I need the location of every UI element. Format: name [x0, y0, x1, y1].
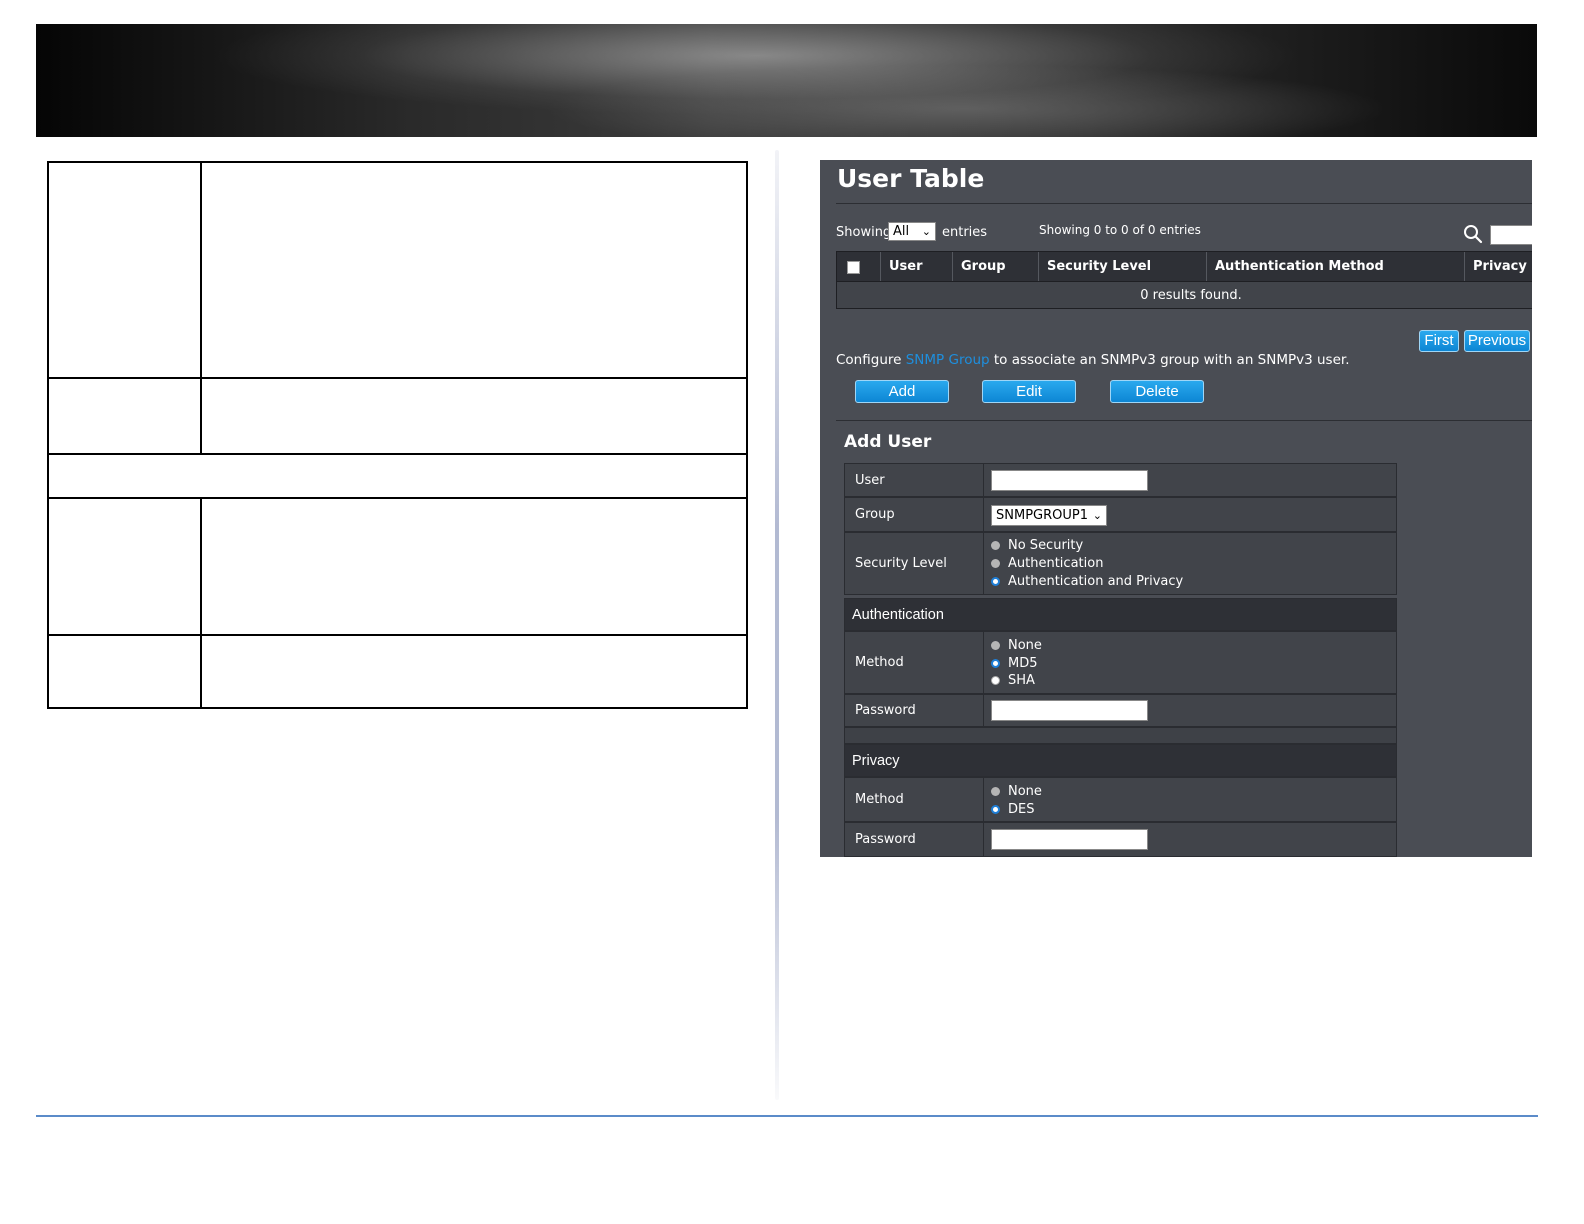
security-auth-privacy-radio[interactable]: Authentication and Privacy — [991, 573, 1183, 590]
spacer-row — [844, 727, 1397, 744]
divider — [836, 203, 1532, 204]
table-row-divider — [49, 497, 746, 499]
column-privacy-method[interactable]: Privacy M — [1464, 252, 1532, 281]
table-row-divider — [49, 634, 746, 636]
privacy-section-header: Privacy — [844, 744, 1397, 777]
add-user-form: User Group SNMPGROUP1 ⌄ Security Level N… — [844, 463, 1397, 857]
delete-button[interactable]: Delete — [1110, 380, 1204, 403]
auth-sha-radio[interactable]: SHA — [991, 672, 1035, 689]
description-table — [47, 161, 748, 709]
privacy-none-radio[interactable]: None — [991, 783, 1042, 800]
add-button[interactable]: Add — [855, 380, 949, 403]
radio-selected-icon — [991, 577, 1000, 586]
auth-method-row: Method None MD5 SHA — [844, 631, 1397, 694]
group-select-value: SNMPGROUP1 — [996, 508, 1088, 523]
page-title: User Table — [837, 164, 985, 193]
radio-selected-icon — [991, 659, 1000, 668]
authentication-section-header: Authentication — [844, 598, 1397, 631]
radio-label: SHA — [1008, 673, 1035, 688]
chevron-down-icon: ⌄ — [1092, 509, 1102, 522]
security-authentication-radio[interactable]: Authentication — [991, 555, 1103, 572]
group-label: Group — [845, 498, 984, 531]
snmp-group-link[interactable]: SNMP Group — [906, 352, 990, 368]
radio-selected-icon — [991, 805, 1000, 814]
table-row-divider — [49, 377, 746, 379]
table-column-divider — [200, 497, 202, 709]
auth-none-radio[interactable]: None — [991, 637, 1042, 654]
add-user-title: Add User — [844, 432, 932, 452]
privacy-password-label: Password — [845, 823, 984, 856]
auth-md5-radio[interactable]: MD5 — [991, 655, 1038, 672]
security-level-row: Security Level No Security Authenticatio… — [844, 532, 1397, 595]
divider — [836, 420, 1532, 421]
user-row: User — [844, 463, 1397, 497]
radio-icon — [991, 787, 1000, 796]
configure-prefix: Configure — [836, 352, 902, 368]
privacy-method-row: Method None DES — [844, 777, 1397, 822]
configure-hint: Configure SNMP Group to associate an SNM… — [836, 352, 1350, 368]
header-banner — [36, 24, 1537, 137]
security-no-security-radio[interactable]: No Security — [991, 537, 1083, 554]
first-page-button[interactable]: First — [1419, 330, 1459, 352]
group-row: Group SNMPGROUP1 ⌄ — [844, 497, 1397, 532]
radio-label: DES — [1008, 802, 1035, 817]
privacy-method-label: Method — [845, 778, 984, 821]
configure-suffix: to associate an SNMPv3 group with an SNM… — [993, 352, 1350, 368]
previous-page-button[interactable]: Previous — [1464, 330, 1530, 352]
auth-password-row: Password — [844, 694, 1397, 727]
column-group[interactable]: Group — [952, 252, 1038, 281]
page-divider — [775, 150, 779, 1100]
entries-select[interactable]: All ⌄ — [888, 222, 936, 241]
radio-label: Authentication — [1008, 556, 1104, 571]
group-select[interactable]: SNMPGROUP1 ⌄ — [991, 505, 1107, 526]
column-security-level[interactable]: Security Level — [1038, 252, 1206, 281]
chevron-down-icon: ⌄ — [921, 225, 931, 238]
radio-label: No Security — [1008, 538, 1084, 553]
table-column-divider — [200, 163, 202, 453]
snmp-user-panel: User Table Showing All ⌄ entries Showing… — [820, 160, 1532, 857]
entries-label: entries — [942, 225, 988, 240]
radio-icon — [991, 641, 1000, 650]
auth-method-label: Method — [845, 632, 984, 693]
privacy-password-input[interactable] — [991, 829, 1148, 850]
radio-icon — [991, 541, 1000, 550]
auth-password-input[interactable] — [991, 700, 1148, 721]
radio-label: MD5 — [1008, 656, 1038, 671]
column-user[interactable]: User — [880, 252, 952, 281]
search-input[interactable] — [1490, 225, 1532, 245]
showing-summary: Showing 0 to 0 of 0 entries — [1039, 223, 1201, 237]
radio-icon — [991, 676, 1000, 685]
auth-password-label: Password — [845, 695, 984, 726]
search-icon[interactable] — [1463, 224, 1483, 244]
edit-button[interactable]: Edit — [982, 380, 1076, 403]
column-authentication-method[interactable]: Authentication Method — [1206, 252, 1464, 281]
table-row-divider — [49, 453, 746, 455]
security-level-label: Security Level — [845, 533, 984, 594]
showing-label: Showing — [836, 225, 892, 240]
radio-label: None — [1008, 784, 1042, 799]
user-input[interactable] — [991, 470, 1148, 491]
privacy-password-row: Password — [844, 822, 1397, 857]
entries-select-value: All — [893, 224, 910, 239]
radio-label: None — [1008, 638, 1042, 653]
table-header: User Group Security Level Authentication… — [836, 251, 1532, 282]
footer-divider — [36, 1115, 1538, 1117]
privacy-des-radio[interactable]: DES — [991, 801, 1034, 818]
radio-icon — [991, 559, 1000, 568]
empty-row: 0 results found. — [836, 282, 1532, 309]
user-label: User — [845, 464, 984, 496]
radio-label: Authentication and Privacy — [1008, 574, 1184, 589]
select-all-checkbox[interactable] — [847, 261, 860, 274]
